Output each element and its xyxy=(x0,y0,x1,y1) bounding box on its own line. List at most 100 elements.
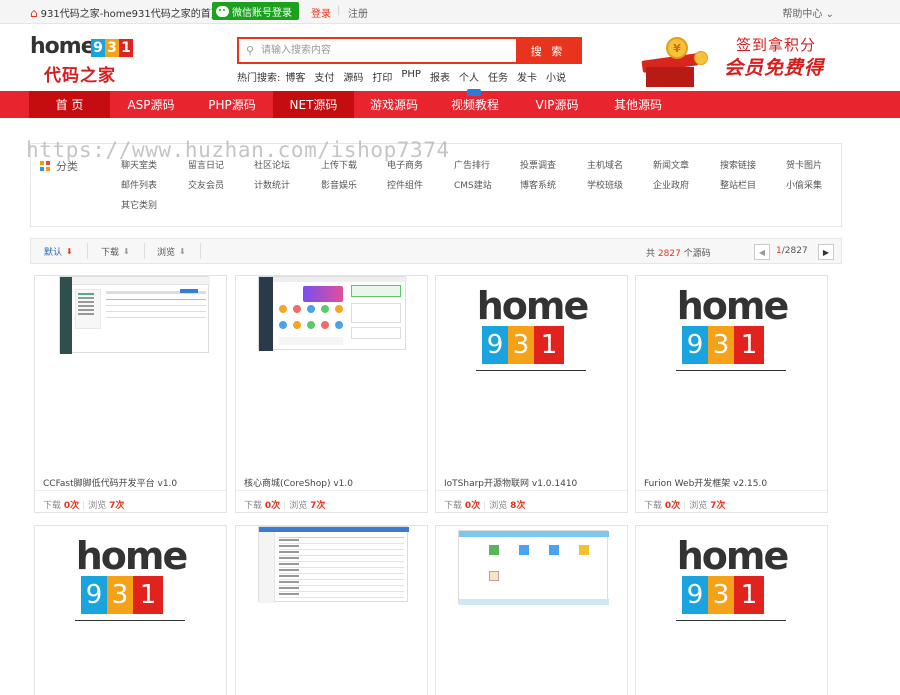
nav-item-vip[interactable]: VIP源码 xyxy=(517,91,597,118)
wechat-login-label: 微信账号登录 xyxy=(232,7,292,19)
placeholder-logo-word: home xyxy=(476,284,590,328)
signin-promo-banner[interactable]: ¥ 签到拿积分 会员免费得 xyxy=(636,29,836,87)
product-title: IoTSharp开源物联网 v1.0.1410 xyxy=(444,479,578,489)
category-item[interactable]: 博客系统 xyxy=(520,178,556,191)
view-label: 浏览 xyxy=(289,501,308,511)
product-card[interactable]: home 9 3 1 xyxy=(34,525,227,695)
nav-item-home[interactable]: 首 页 xyxy=(29,91,110,118)
hot-term[interactable]: 博客 xyxy=(285,69,305,84)
sort-downloads[interactable]: 下载 ⬇ xyxy=(101,239,130,263)
placeholder-digit: 3 xyxy=(708,576,734,614)
product-thumbnail xyxy=(236,526,427,695)
category-item[interactable]: 控件组件 xyxy=(387,178,423,191)
product-stats: 下载 0次 | 浏览 7次 xyxy=(244,501,326,511)
view-label: 浏览 xyxy=(88,501,107,511)
category-item[interactable]: 广告排行 xyxy=(454,158,490,171)
hot-term[interactable]: 个人 xyxy=(459,69,479,84)
download-count: 0次 xyxy=(664,501,681,511)
nav-item-php[interactable]: PHP源码 xyxy=(193,91,271,118)
product-card[interactable] xyxy=(435,525,628,695)
search-input[interactable] xyxy=(261,39,516,62)
category-item[interactable]: 学校班级 xyxy=(587,178,623,191)
placeholder-digit: 1 xyxy=(534,326,564,364)
category-item[interactable]: 其它类别 xyxy=(121,198,157,211)
category-item[interactable]: 小偷采集 xyxy=(786,178,822,191)
category-item[interactable]: 新闻文章 xyxy=(653,158,689,171)
category-item[interactable]: 电子商务 xyxy=(387,158,423,171)
wechat-login-button[interactable]: 微信账号登录 xyxy=(212,2,299,20)
prev-page-button[interactable]: ◀ xyxy=(754,244,770,260)
placeholder-digit: 1 xyxy=(734,576,764,614)
hot-term[interactable]: 报表 xyxy=(430,69,450,84)
category-item[interactable]: 社区论坛 xyxy=(254,158,290,171)
hot-term[interactable]: PHP xyxy=(401,69,421,84)
hot-term[interactable]: 任务 xyxy=(488,69,508,84)
view-count: 7次 xyxy=(710,501,726,511)
category-item[interactable]: 整站栏目 xyxy=(720,178,756,191)
view-count: 8次 xyxy=(510,501,526,511)
category-item[interactable]: 影音娱乐 xyxy=(321,178,357,191)
placeholder-logo-word: home xyxy=(676,534,790,578)
next-page-button[interactable]: ▶ xyxy=(818,244,834,260)
download-count: 0次 xyxy=(63,501,80,511)
product-thumbnail: home 9 3 1 xyxy=(35,526,226,695)
category-item[interactable]: 贺卡图片 xyxy=(786,158,822,171)
product-card[interactable]: 核心商城(CoreShop) v1.0 下载 0次 | 浏览 7次 xyxy=(235,275,428,513)
nav-item-other[interactable]: 其他源码 xyxy=(598,91,678,118)
category-item[interactable]: 交友会员 xyxy=(188,178,224,191)
category-item[interactable]: 上传下载 xyxy=(321,158,357,171)
nav-item-asp[interactable]: ASP源码 xyxy=(112,91,190,118)
gift-box-icon: ¥ xyxy=(636,37,716,87)
hot-search-label: 热门搜索: xyxy=(237,73,281,84)
placeholder-digit: 9 xyxy=(682,326,708,364)
hot-term[interactable]: 小说 xyxy=(546,69,566,84)
arrow-down-icon: ⬇ xyxy=(179,246,186,256)
sort-views[interactable]: 浏览 ⬇ xyxy=(157,239,186,263)
site-logo[interactable]: home 9 3 1 代码之家 xyxy=(30,35,136,86)
view-label: 浏览 xyxy=(489,501,508,511)
category-title-label: 分类 xyxy=(56,160,78,173)
download-label: 下载 xyxy=(43,501,62,511)
category-item[interactable]: 企业政府 xyxy=(653,178,689,191)
category-item[interactable]: 投票调查 xyxy=(520,158,556,171)
arrow-down-icon: ⬇ xyxy=(123,246,130,256)
category-item[interactable]: CMS建站 xyxy=(454,178,492,191)
view-label: 浏览 xyxy=(689,501,708,511)
hot-term[interactable]: 源码 xyxy=(343,69,363,84)
search-button[interactable]: 搜 索 xyxy=(516,39,580,62)
register-link[interactable]: 注册 xyxy=(348,5,368,20)
login-link[interactable]: 登录 xyxy=(311,5,331,20)
hot-term[interactable]: 发卡 xyxy=(517,69,537,84)
screenshot-image xyxy=(258,276,407,351)
placeholder-logo-word: home xyxy=(75,534,189,578)
category-item[interactable]: 邮件列表 xyxy=(121,178,157,191)
site-home-link[interactable]: ⌂ 931代码之家-home931代码之家的首页 xyxy=(30,5,221,21)
nav-item-net[interactable]: NET源码 xyxy=(273,91,354,118)
product-stats: 下载 0次 | 浏览 7次 xyxy=(644,501,726,511)
product-card[interactable] xyxy=(235,525,428,695)
category-item[interactable]: 主机域名 xyxy=(587,158,623,171)
help-center-menu[interactable]: 帮助中心 ⌄ xyxy=(782,5,834,20)
product-stats: 下载 0次 | 浏览 8次 xyxy=(444,501,526,511)
product-card[interactable]: home 9 3 1 xyxy=(635,525,828,695)
help-center-label: 帮助中心 xyxy=(782,9,823,20)
product-thumbnail: home 9 3 1 xyxy=(636,526,827,695)
chevron-down-icon: ⌄ xyxy=(825,9,834,20)
product-card[interactable]: home 9 3 1 Furion Web开发框架 v2.15.0 下载 0次 |… xyxy=(635,275,828,513)
hot-term[interactable]: 打印 xyxy=(372,69,392,84)
category-item[interactable]: 计数统计 xyxy=(254,178,290,191)
category-item[interactable]: 搜索链接 xyxy=(720,158,756,171)
product-card[interactable]: home 9 3 1 IoTSharp开源物联网 v1.0.1410 下载 0次… xyxy=(435,275,628,513)
placeholder-digit: 3 xyxy=(508,326,534,364)
product-card[interactable]: CCFast脚脚低代码开发平台 v1.0 下载 0次 | 浏览 7次 xyxy=(34,275,227,513)
logo-digit-1: 9 xyxy=(91,39,105,57)
total-prefix: 共 xyxy=(646,249,656,259)
category-item[interactable]: 留言日记 xyxy=(188,158,224,171)
sort-default[interactable]: 默认 ⬇ xyxy=(44,239,73,263)
category-item[interactable]: 聊天室类 xyxy=(121,158,157,171)
nav-item-game[interactable]: 游戏源码 xyxy=(355,91,433,118)
card-divider xyxy=(35,490,226,491)
gift-box-body xyxy=(646,67,694,87)
hot-term[interactable]: 支付 xyxy=(314,69,334,84)
sort-downloads-label: 下载 xyxy=(101,247,120,258)
